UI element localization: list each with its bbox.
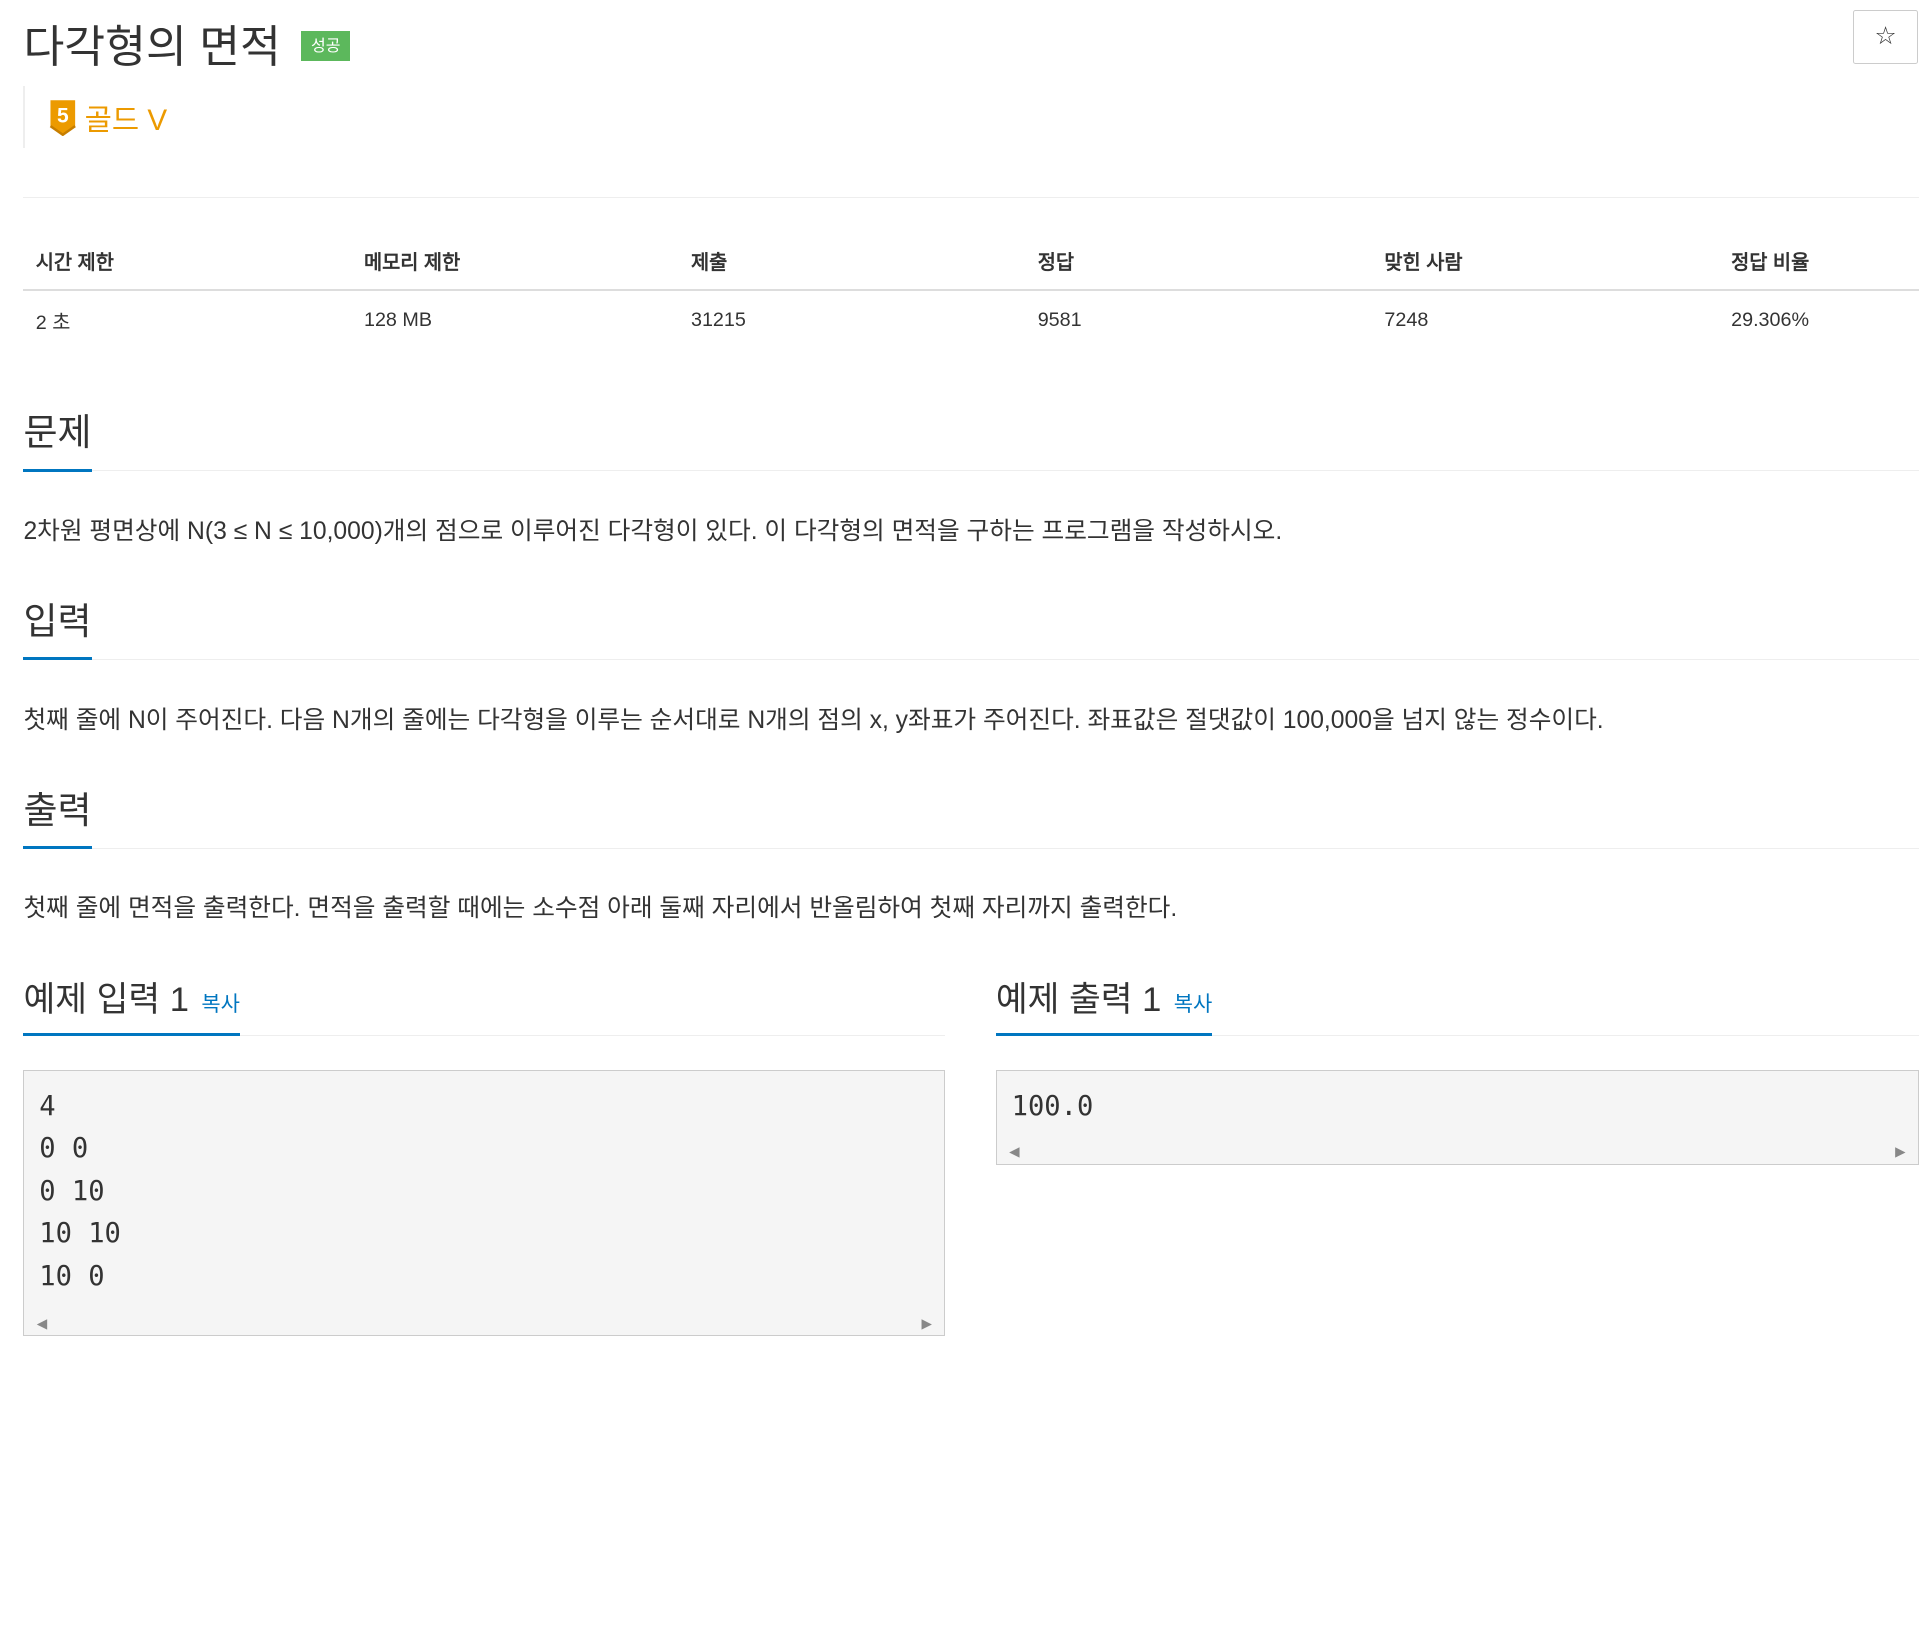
- sample-input-heading: 예제 입력 1 복사: [23, 971, 240, 1037]
- result-badge: 성공: [301, 30, 351, 62]
- horizontal-scrollbar[interactable]: ◀ ▶: [24, 1313, 945, 1336]
- table-header: 정답: [1025, 231, 1373, 291]
- sample-output-box: 100.0 ◀ ▶: [995, 1069, 1919, 1165]
- table-header: 제출: [678, 231, 1026, 291]
- output-description: 첫째 줄에 면적을 출력한다. 면적을 출력할 때에는 소수점 아래 둘째 자리…: [23, 895, 1178, 923]
- sample-output-header: 예제 출력 1 복사: [995, 971, 1919, 1037]
- table-cell: 31215: [690, 308, 746, 331]
- sample-input-content: 4 0 0 0 10 10 10 10 0: [39, 1090, 121, 1292]
- tier-icon: 5: [49, 99, 76, 136]
- scroll-left-arrow-icon[interactable]: ◀: [1009, 1144, 1019, 1160]
- sample-output-content: 100.0: [1011, 1090, 1094, 1122]
- output-heading: 출력: [23, 780, 92, 850]
- output-section-header: 출력: [23, 780, 1919, 850]
- table-cell: 9581: [1037, 308, 1082, 331]
- table-header: 정답 비율: [1718, 231, 1919, 291]
- tier-label: 골드 V: [84, 103, 168, 137]
- input-description: 첫째 줄에 N이 주어진다. 다음 N개의 줄에는 다각형을 이루는 순서대로 …: [23, 706, 1604, 734]
- table-header: 맞힌 사람: [1372, 231, 1719, 291]
- input-heading: 입력: [23, 591, 92, 661]
- sample-output-title: 예제 출력 1: [995, 981, 1162, 1020]
- table-row: 2 초 128 MB 31215 9581 7248 29.306%: [23, 290, 1918, 350]
- problem-section-header: 문제: [23, 402, 1919, 472]
- sample-input-header: 예제 입력 1 복사: [23, 971, 946, 1037]
- table-cell: 7248: [1384, 308, 1429, 331]
- problem-description: 2차원 평면상에 N(3 ≤ N ≤ 10,000)개의 점으로 이루어진 다각…: [23, 517, 1283, 545]
- horizontal-scrollbar[interactable]: ◀ ▶: [996, 1141, 1918, 1164]
- copy-output-link[interactable]: 복사: [1174, 993, 1213, 1016]
- sample-input-box: 4 0 0 0 10 10 10 10 0 ◀ ▶: [23, 1069, 946, 1337]
- sample-input-title: 예제 입력 1: [23, 981, 189, 1020]
- table-cell: 29.306%: [1731, 308, 1810, 331]
- divider: [23, 197, 1919, 199]
- problem-title: 다각형의 면적: [23, 22, 281, 72]
- input-section-header: 입력: [23, 591, 1919, 661]
- scroll-right-arrow-icon[interactable]: ▶: [1895, 1144, 1905, 1160]
- tier-badge[interactable]: 5 골드 V: [23, 86, 168, 149]
- table-header-row: 시간 제한 메모리 제한 제출 정답 맞힌 사람 정답 비율: [23, 231, 1919, 291]
- copy-input-link[interactable]: 복사: [201, 993, 240, 1016]
- scroll-right-arrow-icon[interactable]: ▶: [921, 1316, 931, 1332]
- star-button[interactable]: ☆: [1853, 9, 1918, 65]
- table-header: 시간 제한: [23, 231, 352, 291]
- tier-number: 5: [57, 104, 69, 127]
- title-row: 다각형의 면적 성공: [23, 10, 351, 72]
- scroll-left-arrow-icon[interactable]: ◀: [37, 1316, 47, 1332]
- problem-info-table: 시간 제한 메모리 제한 제출 정답 맞힌 사람 정답 비율 2 초 128 M…: [23, 231, 1919, 350]
- table-header: 메모리 제한: [351, 231, 679, 291]
- table-cell: 128 MB: [363, 308, 432, 331]
- problem-heading: 문제: [23, 402, 92, 472]
- sample-output-heading: 예제 출력 1 복사: [995, 971, 1213, 1037]
- table-cell: 2 초: [35, 311, 71, 334]
